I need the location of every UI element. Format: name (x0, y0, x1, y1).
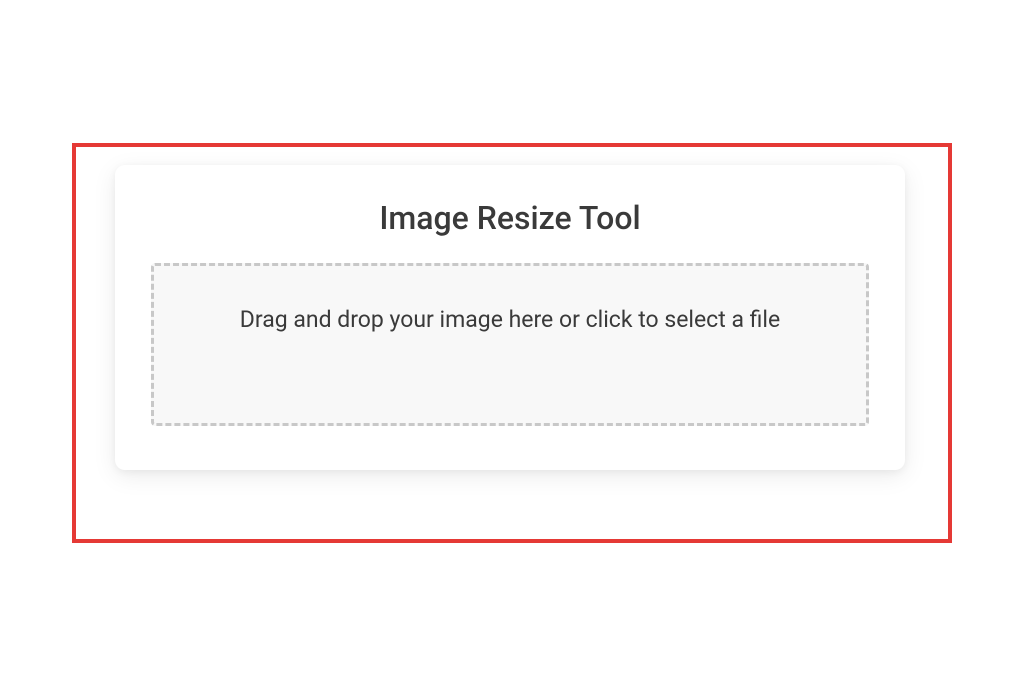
highlight-annotation (72, 143, 952, 543)
